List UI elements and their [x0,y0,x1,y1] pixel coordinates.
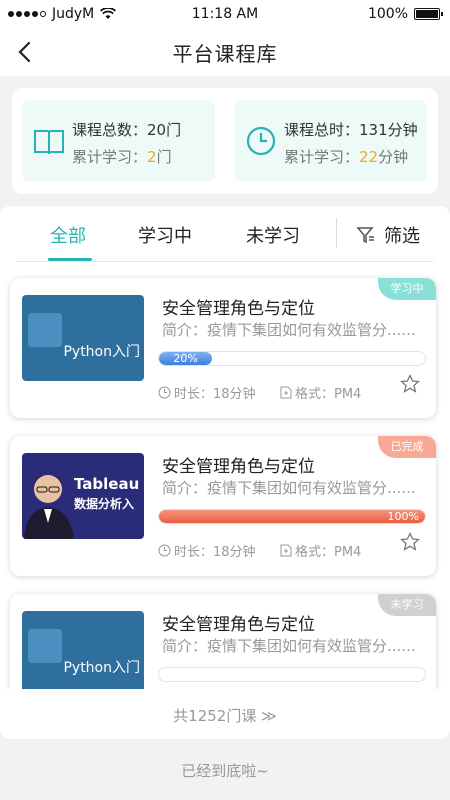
course-duration: 时长：18分钟 [158,383,256,402]
filter-icon [356,227,374,244]
view-all-link[interactable]: 共1252门课 ≫ [0,705,450,726]
file-icon [280,544,292,557]
clock-icon [246,126,276,156]
time-total: 课程总时：131分钟 [284,121,418,139]
progress-bar: 20% [158,351,426,366]
status-badge: 学习中 [378,278,436,300]
course-description: 简介：疫情下集团如何有效监管分...... [162,479,416,497]
status-bar: JudyM 11:18 AM 100% [0,0,450,28]
stats-panel: 课程总数：20门 累计学习：2门 课程总时：131分钟 累计学习：22分钟 [12,88,438,194]
progress-bar [158,667,426,682]
course-format: 格式：PM4 [280,541,361,560]
course-title: 安全管理角色与定位 [162,457,315,477]
python-logo-icon [28,313,62,347]
course-description: 简介：疫情下集团如何有效监管分...... [162,637,416,655]
thumbnail-text-1: Tableau [74,475,140,493]
nav-bar: 平台课程库 [0,28,450,76]
tab-bar: 全部 学习中 未学习 筛选 [16,206,434,262]
tab-not-learned[interactable]: 未学习 [246,222,300,248]
learned-time: 累计学习：22分钟 [284,148,409,166]
clock-icon [158,544,171,557]
clock-icon [158,386,171,399]
file-icon [280,386,292,399]
progress-fill: 20% [159,352,213,365]
course-count-card: 课程总数：20门 累计学习：2门 [22,100,215,182]
tab-learning[interactable]: 学习中 [138,222,192,248]
favorite-star-icon[interactable] [400,374,420,394]
status-right: 100% [367,6,443,22]
course-thumbnail: Python入门 [22,295,144,381]
course-thumbnail: Tableau 数据分析入 [22,453,144,539]
course-description: 简介：疫情下集团如何有效监管分...... [162,321,416,339]
course-time-card: 课程总时：131分钟 累计学习：22分钟 [234,100,427,182]
course-title: 安全管理角色与定位 [162,615,315,635]
favorite-star-icon[interactable] [400,532,420,552]
presenter-image [24,473,74,539]
status-badge: 未学习 [378,594,436,616]
book-icon [34,130,64,155]
tab-divider [336,218,337,248]
course-total: 课程总数：20门 [72,121,182,139]
page-title: 平台课程库 [172,42,278,66]
progress-bar: 100% [158,509,426,524]
course-total-footer: 共1252门课 ≫ [0,689,450,739]
progress-fill: 100% [159,510,425,523]
filter-label: 筛选 [384,226,420,247]
learned-courses: 累计学习：2门 [72,148,172,166]
filter-button[interactable]: 筛选 [356,222,420,248]
python-logo-icon [28,629,62,663]
battery-icon [414,8,443,20]
course-thumbnail: Python入门 [22,611,144,697]
status-badge: 已完成 [378,436,436,458]
thumbnail-text-2: 数据分析入 [74,497,135,511]
active-tab-indicator [48,258,92,261]
tab-all[interactable]: 全部 [50,222,86,248]
end-of-list-text: 已经到底啦~ [181,762,269,780]
course-format: 格式：PM4 [280,383,361,402]
thumbnail-text: Python入门 [63,660,140,676]
thumbnail-text: Python入门 [63,344,140,360]
course-title: 安全管理角色与定位 [162,299,315,319]
battery-label: 100% [367,6,408,22]
course-duration: 时长：18分钟 [158,541,256,560]
course-card[interactable]: Python入门 安全管理角色与定位 简介：疫情下集团如何有效监管分......… [10,278,436,418]
course-card[interactable]: Tableau 数据分析入 安全管理角色与定位 简介：疫情下集团如何有效监管分.… [10,436,436,576]
course-list-panel: 全部 学习中 未学习 筛选 Python入门 安全管理角色与定位 简介：疫情下集… [0,206,450,739]
